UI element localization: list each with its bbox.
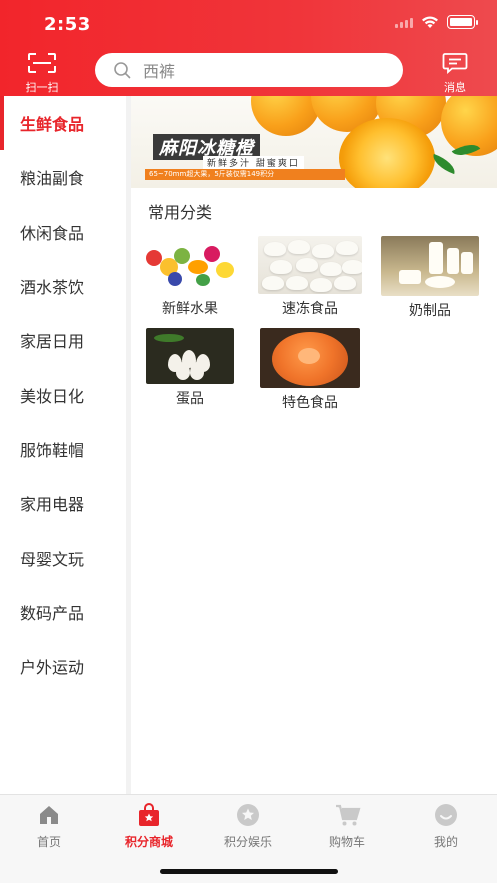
eggs-image: [146, 328, 234, 384]
sidebar-item-digital[interactable]: 数码产品: [0, 585, 126, 639]
section-title: 常用分类: [148, 203, 213, 222]
battery-icon: [447, 15, 478, 29]
sidebar-item-label: 家居日用: [20, 332, 85, 352]
sidebar-item-label: 服饰鞋帽: [20, 440, 85, 460]
status-icons: [395, 15, 478, 29]
tab-label: 积分娱乐: [223, 835, 272, 849]
message-button[interactable]: 消息: [432, 52, 478, 95]
home-icon: [37, 803, 61, 827]
category-label: 奶制品: [409, 303, 451, 319]
promo-banner[interactable]: 麻阳冰糖橙 新鲜多汁 甜蜜爽口 65~70mm超大果，5斤装仅需149积分: [131, 96, 497, 188]
tab-label: 积分商城: [124, 835, 173, 849]
message-label: 消息: [444, 81, 466, 94]
dairy-image: [381, 236, 479, 296]
sidebar-item-grain-oil[interactable]: 粮油副食: [0, 150, 126, 204]
cart-icon: [335, 803, 361, 827]
sidebar-item-snacks[interactable]: 休闲食品: [0, 205, 126, 259]
sidebar-item-label: 生鲜食品: [20, 115, 85, 135]
category-tile-eggs[interactable]: 蛋品: [135, 328, 245, 408]
category-label: 特色食品: [282, 395, 338, 411]
message-icon: [442, 53, 468, 74]
sidebar-item-label: 美妆日化: [20, 386, 85, 406]
sidebar-item-label: 酒水茶饮: [20, 278, 85, 298]
category-label: 蛋品: [176, 391, 204, 407]
wifi-icon: [422, 16, 438, 28]
sidebar-item-baby-toys[interactable]: 母婴文玩: [0, 530, 126, 584]
tab-label: 购物车: [328, 835, 365, 849]
top-header: 2:53 扫一扫 西裤 消息: [0, 0, 497, 96]
sidebar-item-apparel[interactable]: 服饰鞋帽: [0, 422, 126, 476]
tab-mine[interactable]: 我的: [401, 803, 491, 850]
scan-button[interactable]: 扫一扫: [18, 52, 66, 95]
sidebar-item-outdoor[interactable]: 户外运动: [0, 639, 126, 693]
banner-subtitle: 新鲜多汁 甜蜜爽口: [203, 156, 304, 169]
search-input[interactable]: 西裤: [143, 58, 175, 82]
fruit-image: [138, 236, 242, 294]
category-tile-dairy[interactable]: 奶制品: [375, 236, 485, 320]
sidebar-item-household[interactable]: 家居日用: [0, 313, 126, 367]
scan-icon: [28, 53, 56, 73]
status-time: 2:53: [44, 14, 91, 35]
face-icon: [434, 803, 458, 827]
sidebar-item-appliances[interactable]: 家用电器: [0, 476, 126, 530]
tab-label: 首页: [36, 835, 61, 849]
scan-label: 扫一扫: [25, 81, 59, 94]
category-label: 新鲜水果: [162, 301, 218, 317]
category-tile-frozen[interactable]: 速冻食品: [255, 236, 365, 318]
home-indicator: [160, 869, 338, 874]
sidebar-item-drinks[interactable]: 酒水茶饮: [0, 259, 126, 313]
sidebar-item-label: 粮油副食: [20, 169, 85, 189]
tab-cart[interactable]: 购物车: [302, 803, 392, 850]
category-tile-special[interactable]: 特色食品: [255, 328, 365, 412]
sidebar-item-label: 母婴文玩: [20, 549, 85, 569]
shop-bag-icon: [137, 803, 161, 827]
sidebar-item-fresh-food[interactable]: 生鲜食品: [0, 96, 126, 151]
tab-label: 我的: [433, 835, 458, 849]
signal-icon: [395, 16, 413, 28]
category-sidebar: 生鲜食品 粮油副食 休闲食品 酒水茶饮 家居日用 美妆日化 服饰鞋帽 家用电器 …: [0, 96, 126, 794]
sidebar-item-label: 家用电器: [20, 495, 85, 515]
tab-points-fun[interactable]: 积分娱乐: [203, 803, 293, 850]
category-content: 麻阳冰糖橙 新鲜多汁 甜蜜爽口 65~70mm超大果，5斤装仅需149积分 常用…: [131, 96, 497, 794]
category-label: 速冻食品: [282, 301, 338, 317]
tab-home[interactable]: 首页: [4, 803, 94, 850]
special-food-image: [260, 328, 360, 388]
sidebar-item-beauty[interactable]: 美妆日化: [0, 367, 126, 421]
dumplings-image: [258, 236, 362, 294]
sidebar-item-label: 户外运动: [20, 658, 85, 678]
search-bar[interactable]: 西裤: [95, 53, 403, 87]
category-tile-fruit[interactable]: 新鲜水果: [135, 236, 245, 318]
search-icon: [114, 62, 131, 79]
banner-promo-strip: 65~70mm超大果，5斤装仅需149积分: [145, 169, 345, 180]
sidebar-item-label: 数码产品: [20, 603, 85, 623]
tab-points-mall[interactable]: 积分商城: [104, 803, 194, 850]
sidebar-item-label: 休闲食品: [20, 223, 85, 243]
star-icon: [236, 803, 260, 827]
